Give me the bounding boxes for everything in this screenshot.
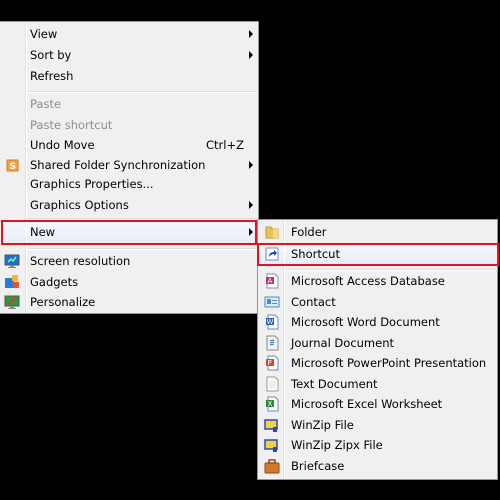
- menu-item-shared-folder-sync[interactable]: S Shared Folder Synchronization: [0, 155, 258, 175]
- menu-item-label: Shortcut: [291, 247, 340, 261]
- journal-document-icon: [264, 335, 280, 351]
- contact-icon: [264, 294, 280, 310]
- personalize-icon: [4, 294, 20, 310]
- shared-folder-sync-icon: S: [4, 157, 20, 173]
- desktop-context-menu: View Sort by Refresh Paste Paste shortcu…: [0, 21, 259, 314]
- powerpoint-presentation-icon: P: [264, 355, 280, 371]
- menu-item-sort-by[interactable]: Sort by: [0, 45, 258, 65]
- menu-item-personalize[interactable]: Personalize: [0, 292, 258, 312]
- menu-item-label: Microsoft Access Database: [291, 274, 445, 288]
- submenu-item-contact[interactable]: Contact: [258, 292, 497, 312]
- menu-item-label: Microsoft Word Document: [291, 315, 440, 329]
- submenu-item-briefcase[interactable]: Briefcase: [258, 456, 497, 476]
- menu-item-label: Graphics Properties...: [30, 177, 154, 191]
- menu-item-label: Journal Document: [291, 336, 395, 350]
- menu-item-label: Screen resolution: [30, 254, 131, 268]
- submenu-arrow-icon: [249, 228, 253, 236]
- submenu-item-journal-document[interactable]: Journal Document: [258, 333, 497, 353]
- menu-separator: [28, 218, 256, 220]
- screen-resolution-icon: [4, 253, 20, 269]
- menu-item-label: Microsoft Excel Worksheet: [291, 397, 443, 411]
- menu-item-label: Shared Folder Synchronization: [30, 158, 206, 172]
- menu-item-label: New: [30, 225, 56, 239]
- svg-text:P: P: [268, 359, 272, 367]
- menu-item-label: Personalize: [30, 295, 96, 309]
- menu-item-label: Microsoft PowerPoint Presentation: [291, 356, 487, 370]
- menu-item-paste-shortcut: Paste shortcut: [0, 115, 258, 135]
- menu-item-label: Briefcase: [291, 459, 345, 473]
- new-submenu: Folder Shortcut A Microsoft Access Datab…: [257, 219, 499, 480]
- submenu-item-powerpoint-presentation[interactable]: P Microsoft PowerPoint Presentation: [258, 353, 497, 373]
- menu-item-label: View: [30, 27, 58, 41]
- menu-item-screen-resolution[interactable]: Screen resolution: [0, 251, 258, 271]
- excel-worksheet-icon: X: [264, 396, 280, 412]
- menu-separator: [28, 91, 256, 93]
- submenu-arrow-icon: [249, 201, 253, 209]
- access-database-icon: A: [264, 273, 280, 289]
- menu-item-graphics-properties[interactable]: Graphics Properties...: [0, 174, 258, 194]
- menu-item-label: Gadgets: [30, 275, 79, 289]
- menu-item-label: Sort by: [30, 48, 72, 62]
- menu-item-label: Undo Move: [30, 138, 95, 152]
- briefcase-icon: [264, 458, 280, 474]
- folder-icon: [264, 224, 280, 240]
- menu-item-label: Paste: [30, 97, 62, 111]
- menu-item-refresh[interactable]: Refresh: [0, 66, 258, 86]
- submenu-arrow-icon: [249, 30, 253, 38]
- gadgets-icon: [4, 274, 20, 290]
- submenu-arrow-icon: [249, 51, 253, 59]
- submenu-item-word-document[interactable]: W Microsoft Word Document: [258, 312, 497, 332]
- submenu-item-winzip-zipx-file[interactable]: WinZip Zipx File: [258, 435, 497, 455]
- menu-item-paste: Paste: [0, 94, 258, 114]
- menu-separator: [28, 248, 256, 250]
- submenu-item-folder[interactable]: Folder: [258, 222, 497, 242]
- word-document-icon: W: [264, 314, 280, 330]
- menu-item-label: WinZip Zipx File: [291, 438, 383, 452]
- menu-item-label: Contact: [291, 295, 336, 309]
- submenu-arrow-icon: [249, 161, 253, 169]
- submenu-item-excel-worksheet[interactable]: X Microsoft Excel Worksheet: [258, 394, 497, 414]
- text-document-icon: [264, 376, 280, 392]
- menu-item-graphics-options[interactable]: Graphics Options: [0, 195, 258, 215]
- menu-item-gadgets[interactable]: Gadgets: [0, 272, 258, 292]
- menu-item-label: Text Document: [291, 377, 378, 391]
- svg-text:S: S: [10, 162, 16, 172]
- svg-text:X: X: [268, 400, 273, 408]
- menu-item-label: WinZip File: [291, 418, 354, 432]
- shortcut-icon: [264, 246, 280, 262]
- menu-item-label: Paste shortcut: [30, 118, 113, 132]
- submenu-item-access-database[interactable]: A Microsoft Access Database: [258, 271, 497, 291]
- winzip-file-icon: [264, 417, 280, 433]
- keyboard-shortcut: Ctrl+Z: [206, 138, 244, 152]
- submenu-item-shortcut[interactable]: Shortcut: [258, 244, 497, 264]
- menu-item-new[interactable]: New: [0, 222, 258, 242]
- menu-item-label: Graphics Options: [30, 198, 129, 212]
- menu-item-label: Refresh: [30, 69, 74, 83]
- menu-item-view[interactable]: View: [0, 24, 258, 44]
- winzip-zipx-file-icon: [264, 437, 280, 453]
- menu-item-label: Folder: [291, 225, 327, 239]
- svg-text:A: A: [268, 277, 273, 285]
- menu-item-undo-move[interactable]: Undo Move Ctrl+Z: [0, 135, 258, 155]
- submenu-item-text-document[interactable]: Text Document: [258, 374, 497, 394]
- svg-text:W: W: [267, 318, 274, 326]
- submenu-item-winzip-file[interactable]: WinZip File: [258, 415, 497, 435]
